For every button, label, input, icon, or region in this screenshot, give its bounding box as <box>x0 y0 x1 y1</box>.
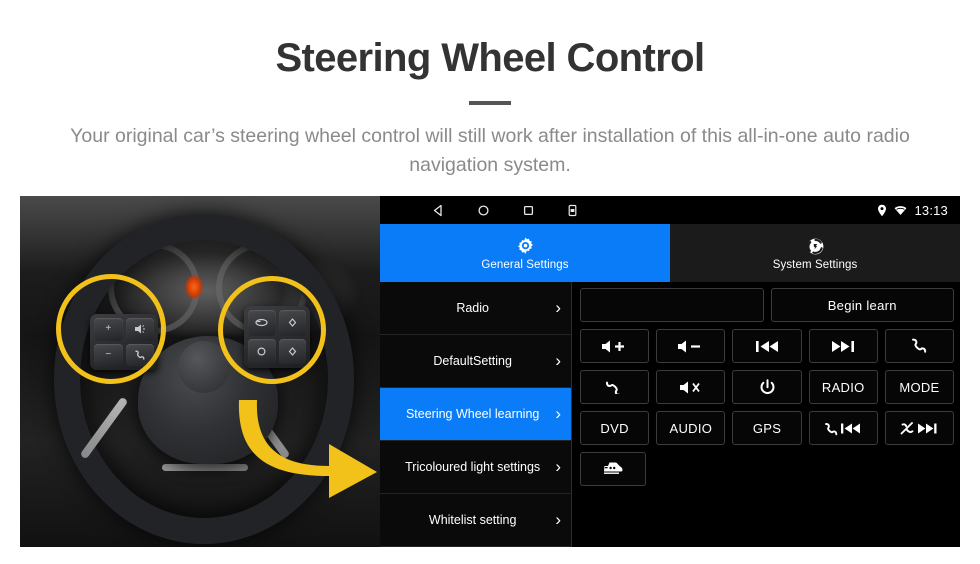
home-icon[interactable] <box>477 204 490 217</box>
key-row-4 <box>580 452 954 486</box>
settings-sidebar: Radio › DefaultSetting › Steering Wheel … <box>380 282 572 547</box>
steering-wheel-photo: + − <box>20 196 380 547</box>
left-control-pad-highlight <box>56 274 166 384</box>
sidebar-item-steering-wheel-learning[interactable]: Steering Wheel learning › <box>380 388 571 441</box>
tab-general-settings[interactable]: General Settings <box>380 224 670 282</box>
learn-controls-row: Begin learn <box>580 288 954 322</box>
call-reject-next-key[interactable] <box>884 411 955 445</box>
sidebar-item-label: Steering Wheel learning <box>405 406 540 421</box>
navigation-buttons <box>432 204 578 217</box>
volume-down-key[interactable] <box>656 329 726 363</box>
shutter-icon <box>805 236 826 257</box>
mode-key[interactable]: MODE <box>884 370 955 404</box>
power-icon <box>759 378 776 396</box>
settings-body: Radio › DefaultSetting › Steering Wheel … <box>380 282 960 547</box>
phone-reject-next-icon <box>900 421 938 436</box>
phone-hangup-icon <box>601 380 629 394</box>
call-hangup-key[interactable] <box>580 370 650 404</box>
sidebar-item-label: DefaultSetting <box>433 353 512 368</box>
wifi-icon <box>894 205 907 216</box>
steering-wheel-learning-panel: Begin learn RADIO MODE DVD AUDIO GPS <box>572 282 960 547</box>
chevron-right-icon: › <box>555 510 561 529</box>
sidebar-item-tricoloured-light-settings[interactable]: Tricoloured light settings › <box>380 441 571 494</box>
screenshot-icon[interactable] <box>567 204 578 217</box>
call-previous-key[interactable] <box>808 411 878 445</box>
previous-track-key[interactable] <box>732 329 802 363</box>
sidebar-item-defaultsetting[interactable]: DefaultSetting › <box>380 335 571 388</box>
dvd-key[interactable]: DVD <box>580 411 650 445</box>
gps-key[interactable]: GPS <box>732 411 802 445</box>
sidebar-item-label: Whitelist setting <box>428 512 517 527</box>
speaker-plus-icon <box>600 339 630 354</box>
speaker-mute-icon <box>678 380 704 395</box>
key-row-3: DVD AUDIO GPS <box>580 411 955 445</box>
phone-previous-icon <box>824 421 862 436</box>
chevron-right-icon: › <box>555 457 561 476</box>
yellow-curved-arrow <box>225 392 380 502</box>
status-time: 13:13 <box>914 202 948 218</box>
page-header: Steering Wheel Control Your original car… <box>0 0 980 180</box>
location-pin-icon <box>877 204 887 217</box>
right-control-pad-highlight <box>218 276 326 384</box>
sidebar-item-label: Tricoloured light settings <box>405 459 541 474</box>
speaker-minus-icon <box>676 339 706 354</box>
vehicle-info-key[interactable] <box>580 452 646 486</box>
gear-icon <box>515 236 536 257</box>
key-row-2: RADIO MODE <box>580 370 955 404</box>
chevron-right-icon: › <box>555 298 561 317</box>
tab-system-settings-label: System Settings <box>772 258 858 271</box>
tab-system-settings[interactable]: System Settings <box>670 224 960 282</box>
recents-icon[interactable] <box>522 204 535 217</box>
sidebar-item-whitelist-setting[interactable]: Whitelist setting › <box>380 494 571 547</box>
android-status-bar: 13:13 <box>380 196 960 224</box>
phone-icon <box>910 337 928 355</box>
back-icon[interactable] <box>432 204 445 217</box>
title-divider <box>469 101 511 105</box>
call-answer-key[interactable] <box>884 329 955 363</box>
next-track-key[interactable] <box>808 329 878 363</box>
settings-tabs: General Settings System Settings <box>380 224 960 282</box>
head-unit-screen: 13:13 General Settings System Settings R… <box>380 196 960 547</box>
mute-key[interactable] <box>656 370 726 404</box>
chevron-right-icon: › <box>555 351 561 370</box>
status-indicators: 13:13 <box>877 203 948 218</box>
sidebar-item-radio[interactable]: Radio › <box>380 282 571 335</box>
learn-status-field[interactable] <box>580 288 764 322</box>
tab-general-settings-label: General Settings <box>481 258 569 271</box>
volume-up-key[interactable] <box>580 329 650 363</box>
begin-learn-button[interactable]: Begin learn <box>770 288 954 322</box>
content-panel: + − 13:13 General Settings System Settin… <box>20 196 960 547</box>
audio-key[interactable]: AUDIO <box>656 411 726 445</box>
page-subtitle: Your original car’s steering wheel contr… <box>70 125 910 176</box>
key-row-1 <box>580 329 955 363</box>
page-title: Steering Wheel Control <box>275 36 705 80</box>
radio-key[interactable]: RADIO <box>808 370 878 404</box>
sidebar-item-label: Radio <box>456 300 489 315</box>
arrow-icon <box>238 400 377 498</box>
car-icon <box>602 460 624 478</box>
chevron-right-icon: › <box>555 404 561 423</box>
power-key[interactable] <box>732 370 802 404</box>
previous-icon <box>754 339 780 354</box>
next-icon <box>830 339 856 354</box>
